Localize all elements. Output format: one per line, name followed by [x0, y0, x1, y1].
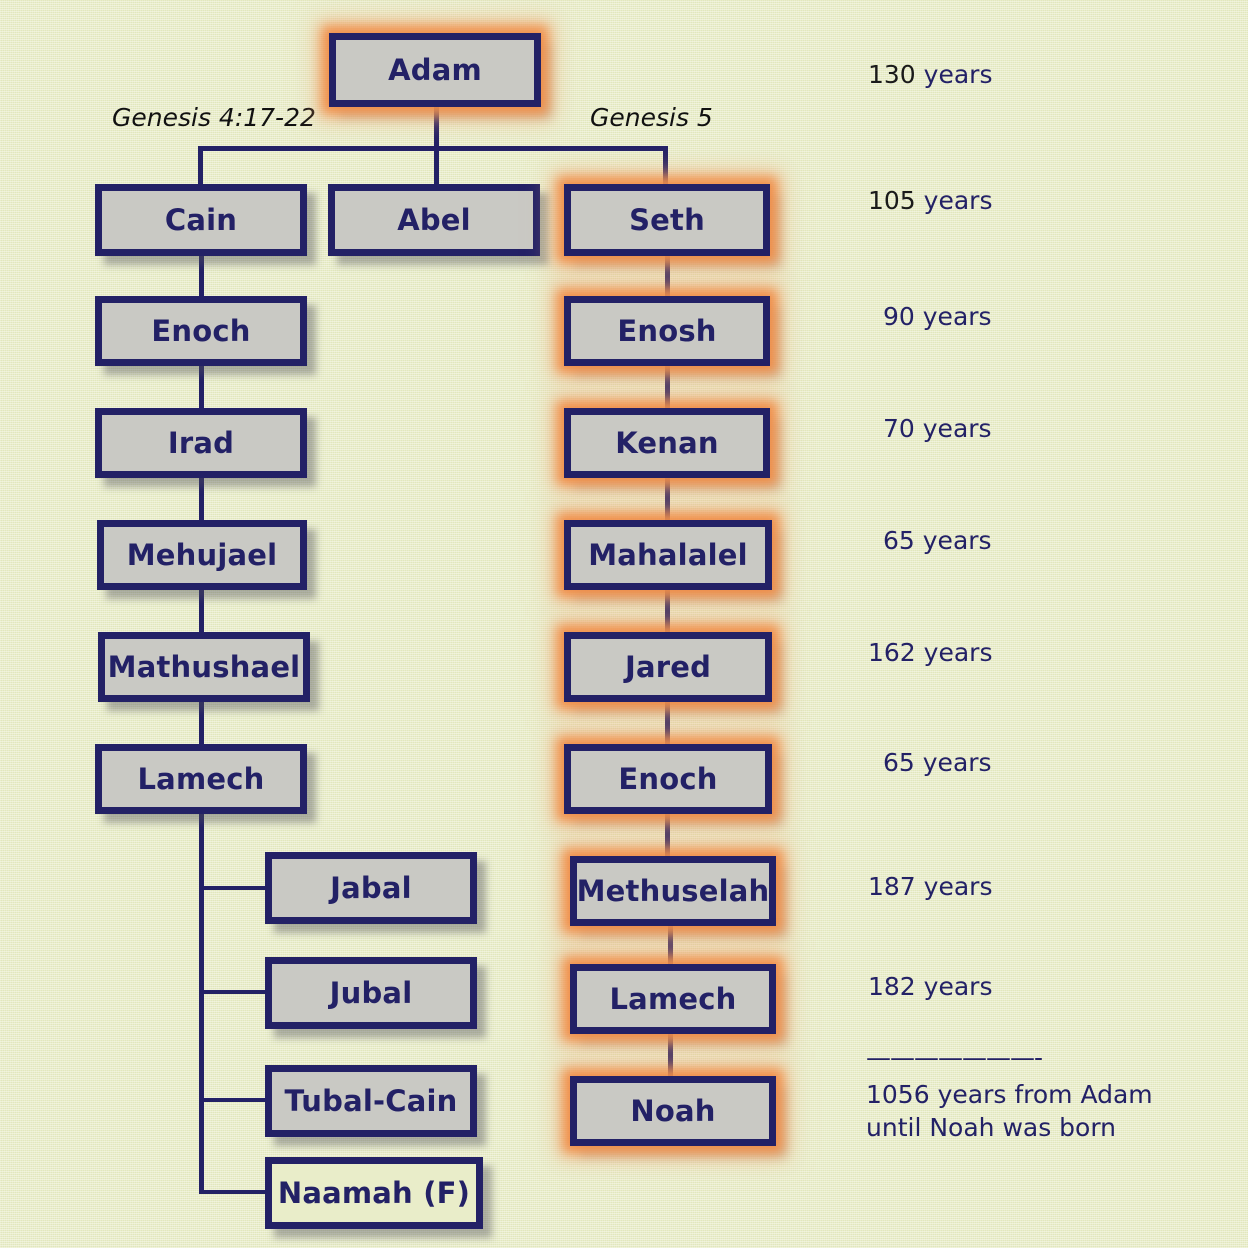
node-naamah[interactable]: Naamah (F)	[265, 1157, 483, 1229]
node-jared[interactable]: Jared	[564, 632, 772, 702]
node-lamech-cain-line[interactable]: Lamech	[95, 744, 307, 814]
node-adam[interactable]: Adam	[329, 33, 541, 107]
connector-adam-stem	[434, 106, 439, 150]
year-label-mahalalel: 65 years	[883, 526, 992, 555]
year-unit: years	[923, 60, 993, 89]
node-irad[interactable]: Irad	[95, 408, 307, 478]
year-unit: years	[923, 972, 993, 1001]
connector-enoch-irad	[199, 364, 204, 410]
node-mehujael[interactable]: Mehujael	[97, 520, 307, 590]
year-number: 162	[868, 638, 916, 667]
connector-lamech-spine	[199, 812, 204, 1194]
year-label-kenan: 70 years	[883, 414, 992, 443]
connector-arm-jubal	[199, 990, 269, 994]
year-unit: years	[922, 526, 992, 555]
node-abel[interactable]: Abel	[328, 184, 540, 256]
node-jabal[interactable]: Jabal	[265, 852, 477, 924]
connector-arm-naamah	[199, 1190, 269, 1194]
node-kenan[interactable]: Kenan	[564, 408, 770, 478]
connector-kenan-mahalalel	[665, 474, 670, 522]
node-methuselah[interactable]: Methuselah	[570, 856, 776, 926]
node-seth[interactable]: Seth	[564, 184, 770, 256]
year-number: 90	[883, 302, 915, 331]
connector-drop-seth	[663, 146, 668, 186]
footer-summary-line-2: until Noah was born	[866, 1113, 1117, 1142]
caption-genesis-5: Genesis 5	[590, 103, 713, 132]
connector-cain-enoch	[199, 254, 204, 298]
node-lamech-seth-line[interactable]: Lamech	[570, 964, 776, 1034]
connector-enoch-methuselah	[665, 812, 670, 858]
node-noah[interactable]: Noah	[570, 1076, 776, 1146]
year-label-seth: 105 years	[868, 186, 992, 215]
caption-genesis-4: Genesis 4:17-22	[112, 103, 316, 132]
year-unit: years	[923, 638, 993, 667]
connector-arm-jabal	[199, 886, 269, 890]
genealogy-diagram: Genesis 4:17-22 Genesis 5 Adam Cain Abel…	[0, 0, 1248, 1248]
connector-drop-abel	[434, 146, 439, 186]
connector-mehujael-mathushael	[199, 586, 204, 634]
year-label-enoch: 65 years	[883, 748, 992, 777]
footer-divider: ———————-	[866, 1043, 1043, 1072]
year-number: 65	[883, 526, 915, 555]
year-number: 130	[868, 60, 916, 89]
connector-lamech-noah	[668, 1032, 673, 1078]
node-tubal-cain[interactable]: Tubal-Cain	[265, 1065, 477, 1137]
year-label-methuselah: 187 years	[868, 872, 992, 901]
year-unit: years	[923, 872, 993, 901]
connector-arm-tubal-cain	[199, 1098, 269, 1102]
year-unit: years	[922, 748, 992, 777]
year-number: 70	[883, 414, 915, 443]
footer-summary-line-1: 1056 years from Adam	[866, 1080, 1153, 1109]
node-cain[interactable]: Cain	[95, 184, 307, 256]
year-number: 105	[868, 186, 916, 215]
year-number: 182	[868, 972, 916, 1001]
year-number: 187	[868, 872, 916, 901]
year-label-lamech: 182 years	[868, 972, 992, 1001]
connector-jared-enoch	[665, 700, 670, 746]
year-number: 65	[883, 748, 915, 777]
year-label-jared: 162 years	[868, 638, 992, 667]
connector-enosh-kenan	[665, 364, 670, 410]
connector-drop-cain	[198, 146, 203, 186]
node-enosh[interactable]: Enosh	[564, 296, 770, 366]
year-unit: years	[922, 302, 992, 331]
connector-irad-mehujael	[199, 474, 204, 522]
node-mahalalel[interactable]: Mahalalel	[564, 520, 772, 590]
connector-methuselah-lamech	[668, 924, 673, 968]
year-unit: years	[923, 186, 993, 215]
node-mathushael[interactable]: Mathushael	[98, 632, 310, 702]
node-enoch-seth-line[interactable]: Enoch	[564, 744, 772, 814]
connector-seth-enosh	[665, 254, 670, 298]
year-label-adam: 130 years	[868, 60, 992, 89]
year-label-enosh: 90 years	[883, 302, 992, 331]
connector-mathushael-lamech	[199, 700, 204, 746]
connector-sons-bus	[198, 146, 668, 151]
connector-mahalalel-jared	[665, 586, 670, 634]
node-jubal[interactable]: Jubal	[265, 957, 477, 1029]
node-enoch-cain-line[interactable]: Enoch	[95, 296, 307, 366]
year-unit: years	[922, 414, 992, 443]
